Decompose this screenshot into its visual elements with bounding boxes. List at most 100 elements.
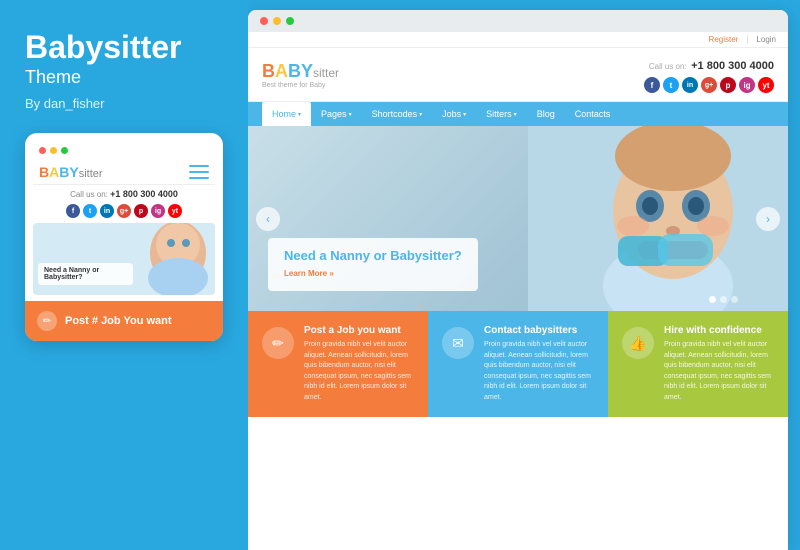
mobile-post-text: Post # Job You want <box>65 315 172 327</box>
hero-learn-more-button[interactable]: Learn More » <box>284 269 334 278</box>
site-social-youtube[interactable]: yt <box>758 77 774 93</box>
site-social-facebook[interactable]: f <box>644 77 660 93</box>
nav-jobs[interactable]: Jobs ▾ <box>432 102 476 126</box>
hero-dot-3[interactable] <box>731 296 738 303</box>
feature-post-content: Post a Job you want Proin gravida nibh v… <box>304 325 414 403</box>
mobile-hero-caption: Need a Nanny or Babysitter? <box>38 263 133 285</box>
site-topbar: Register | Login <box>248 32 788 48</box>
browser-chrome-bar <box>248 10 788 32</box>
social-linkedin[interactable]: in <box>100 204 114 218</box>
feature-hire-content: Hire with confidence Proin gravida nibh … <box>664 325 774 403</box>
nav-pages-chevron: ▾ <box>349 111 352 118</box>
feature-contact-title: Contact babysitters <box>484 325 594 336</box>
hero-prev-button[interactable]: ‹ <box>256 207 280 231</box>
nav-home-label: Home <box>272 109 296 119</box>
feature-contact-text: Proin gravida nibh vel velit auctor aliq… <box>484 340 594 403</box>
site-social-row: f t in g+ p ig yt <box>644 77 774 93</box>
nav-home[interactable]: Home ▾ <box>262 102 311 126</box>
mobile-phone-label: Call us on: <box>70 190 108 199</box>
site-phone-area: Call us on: +1 800 300 4000 <box>644 56 774 74</box>
social-youtube[interactable]: yt <box>168 204 182 218</box>
feature-hire-title: Hire with confidence <box>664 325 774 336</box>
nav-pages[interactable]: Pages ▾ <box>311 102 362 126</box>
theme-author: By dan_fisher <box>25 96 223 111</box>
logo-letter-y: Y <box>301 61 313 81</box>
nav-jobs-label: Jobs <box>442 109 461 119</box>
hero-next-button[interactable]: › <box>756 207 780 231</box>
feature-post-icon: ✏ <box>262 327 294 359</box>
site-phone-number: +1 800 300 4000 <box>691 60 774 72</box>
mobile-phone-row: Call us on: +1 800 300 4000 <box>33 185 215 201</box>
site-tagline: Best theme for Baby <box>262 82 339 89</box>
feature-hire-icon: 👍 <box>622 327 654 359</box>
nav-contacts[interactable]: Contacts <box>565 102 621 126</box>
mobile-post-bar[interactable]: ✏ Post # Job You want <box>25 301 223 341</box>
logo-sitter-text: sitter <box>313 66 339 80</box>
menu-bar-3 <box>189 177 209 179</box>
mobile-hero-image: Need a Nanny or Babysitter? <box>33 223 215 295</box>
site-hero: ‹ › Need a Nanny or Babysitter? Learn Mo… <box>248 126 788 311</box>
nav-blog[interactable]: Blog <box>527 102 565 126</box>
nav-blog-label: Blog <box>537 109 555 119</box>
browser-dot-yellow <box>273 17 281 25</box>
nav-sitters[interactable]: Sitters ▾ <box>476 102 527 126</box>
mobile-dot-yellow <box>50 147 57 154</box>
site-header-right: Call us on: +1 800 300 4000 f t in g+ p … <box>644 56 774 93</box>
topbar-login[interactable]: Login <box>756 35 776 44</box>
feature-card-hire: 👍 Hire with confidence Proin gravida nib… <box>608 311 788 417</box>
site-social-twitter[interactable]: t <box>663 77 679 93</box>
nav-sitters-chevron: ▾ <box>514 111 517 118</box>
feature-hire-text: Proin gravida nibh vel velit auctor aliq… <box>664 340 774 403</box>
site-phone-label: Call us on: <box>649 62 687 71</box>
logo-letter-b1: B <box>262 61 275 81</box>
nav-pages-label: Pages <box>321 109 347 119</box>
logo-letter-b2: B <box>288 61 301 81</box>
nav-shortcodes[interactable]: Shortcodes ▾ <box>362 102 433 126</box>
social-pinterest[interactable]: p <box>134 204 148 218</box>
feature-post-text: Proin gravida nibh vel velit auctor aliq… <box>304 340 414 403</box>
mobile-menu-icon[interactable] <box>189 165 209 179</box>
hero-caption-title: Need a Nanny or Babysitter? <box>284 248 462 263</box>
left-panel: Babysitter Theme By dan_fisher BABYsitte… <box>0 0 248 550</box>
site-social-linkedin[interactable]: in <box>682 77 698 93</box>
feature-contact-content: Contact babysitters Proin gravida nibh v… <box>484 325 594 403</box>
site-navigation: Home ▾ Pages ▾ Shortcodes ▾ Jobs ▾ Sitte… <box>248 102 788 126</box>
mobile-mockup: BABYsitter Call us on: +1 800 300 4000 f… <box>25 133 223 341</box>
feature-contact-icon: ✉ <box>442 327 474 359</box>
browser-dot-red <box>260 17 268 25</box>
hero-slide-dots <box>709 296 738 303</box>
hero-caption: Need a Nanny or Babysitter? Learn More » <box>268 238 478 291</box>
site-social-googleplus[interactable]: g+ <box>701 77 717 93</box>
mobile-logo: BABYsitter <box>39 164 103 180</box>
site-logo-area: BABYsitter Best theme for Baby <box>262 61 339 89</box>
browser-mockup: Register | Login BABYsitter Best theme f… <box>248 10 788 550</box>
hero-dot-1[interactable] <box>709 296 716 303</box>
mobile-phone-number: +1 800 300 4000 <box>110 189 178 199</box>
hero-dot-2[interactable] <box>720 296 727 303</box>
browser-dot-green <box>286 17 294 25</box>
nav-shortcodes-label: Shortcodes <box>372 109 418 119</box>
social-twitter[interactable]: t <box>83 204 97 218</box>
topbar-register[interactable]: Register <box>709 35 739 44</box>
menu-bar-1 <box>189 165 209 167</box>
mobile-dot-green <box>61 147 68 154</box>
browser-content: Register | Login BABYsitter Best theme f… <box>248 32 788 550</box>
nav-shortcodes-chevron: ▾ <box>419 111 422 118</box>
site-social-pinterest[interactable]: p <box>720 77 736 93</box>
social-instagram[interactable]: ig <box>151 204 165 218</box>
site-social-instagram[interactable]: ig <box>739 77 755 93</box>
nav-home-chevron: ▾ <box>298 111 301 118</box>
menu-bar-2 <box>189 171 209 173</box>
social-googleplus[interactable]: g+ <box>117 204 131 218</box>
theme-subtitle: Theme <box>25 67 223 88</box>
social-facebook[interactable]: f <box>66 204 80 218</box>
mobile-post-icon: ✏ <box>37 311 57 331</box>
feature-cards: ✏ Post a Job you want Proin gravida nibh… <box>248 311 788 417</box>
feature-card-post: ✏ Post a Job you want Proin gravida nibh… <box>248 311 428 417</box>
site-logo: BABYsitter <box>262 61 339 82</box>
theme-title: Babysitter <box>25 30 223 65</box>
site-header: BABYsitter Best theme for Baby Call us o… <box>248 48 788 102</box>
nav-contacts-label: Contacts <box>575 109 611 119</box>
nav-sitters-label: Sitters <box>486 109 512 119</box>
feature-card-contact: ✉ Contact babysitters Proin gravida nibh… <box>428 311 608 417</box>
